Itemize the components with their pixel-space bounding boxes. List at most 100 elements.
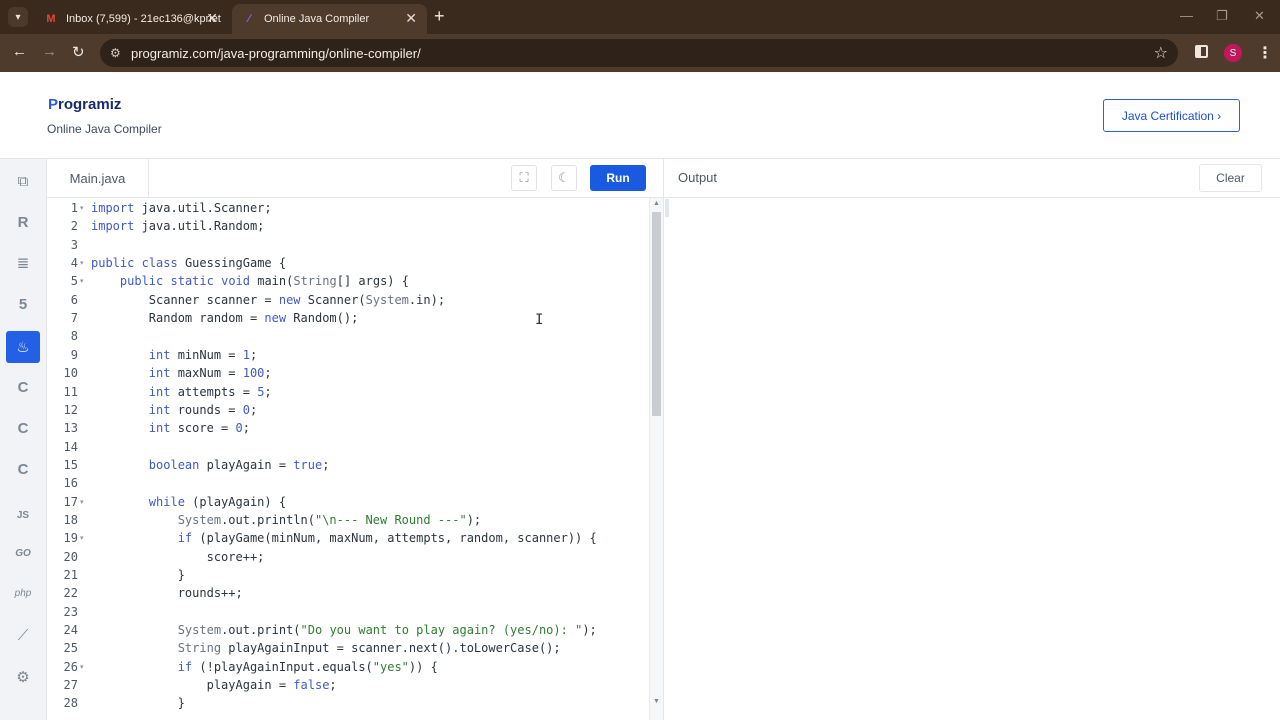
code-line[interactable]: rounds++; <box>91 586 243 600</box>
line-number: 13 <box>63 421 78 436</box>
line-number: 26 <box>63 659 78 674</box>
window-close-icon[interactable]: ✕ <box>1254 8 1265 24</box>
php-icon[interactable]: php <box>6 577 40 609</box>
line-number: 7 <box>70 311 78 326</box>
code-line[interactable]: import java.util.Random; <box>91 219 264 233</box>
address-bar[interactable]: ⚙ programiz.com/java-programming/online-… <box>100 39 1178 67</box>
code-line[interactable]: String playAgainInput = scanner.next().t… <box>91 641 561 655</box>
line-number: 6 <box>70 292 78 307</box>
code-line[interactable]: } <box>91 696 185 710</box>
run-button[interactable]: Run <box>590 165 646 191</box>
output-scrollbar <box>665 199 669 217</box>
fold-arrow-icon[interactable]: ▾ <box>80 498 84 506</box>
editor-header: Main.java ⛶ ☾ Run <box>47 159 663 198</box>
code-line[interactable]: } <box>91 568 185 582</box>
profile-avatar[interactable]: S <box>1224 44 1242 62</box>
html-icon[interactable]: 5 <box>6 288 40 320</box>
code-line[interactable]: int rounds = 0; <box>91 403 257 417</box>
minimize-icon[interactable]: — <box>1180 8 1193 23</box>
code-line[interactable]: int maxNum = 100; <box>91 366 272 380</box>
maximize-icon[interactable]: ❐ <box>1216 8 1228 24</box>
code-line[interactable]: if (!playAgainInput.equals("yes")) { <box>91 660 438 674</box>
output-header: Output Clear <box>664 159 1280 198</box>
file-tab-main-java[interactable]: Main.java <box>47 159 149 197</box>
bookmark-star-icon[interactable]: ☆ <box>1154 43 1168 63</box>
code-line[interactable]: if (playGame(minNum, maxNum, attempts, r… <box>91 531 597 545</box>
js-icon[interactable]: JS <box>6 499 40 531</box>
code-line[interactable]: public class GuessingGame { <box>91 256 286 270</box>
close-tab-icon[interactable]: ✕ <box>405 10 417 27</box>
reload-icon[interactable]: ↻ <box>72 43 85 61</box>
fold-arrow-icon[interactable]: ▾ <box>80 534 84 542</box>
fullscreen-icon[interactable]: ⛶ <box>511 165 537 191</box>
java-icon[interactable]: ♨ <box>6 331 40 363</box>
page-subtitle: Online Java Compiler <box>47 122 162 136</box>
scrollbar-thumb[interactable] <box>652 212 661 416</box>
fold-arrow-icon[interactable]: ▾ <box>80 259 84 267</box>
browser-menu-icon[interactable]: ⋮ <box>1257 43 1273 63</box>
output-console[interactable] <box>664 198 1280 720</box>
csharp-icon[interactable]: C <box>6 453 40 485</box>
line-number: 4 <box>70 256 78 271</box>
editor-scrollbar[interactable]: ▲ ▼ <box>649 198 663 720</box>
line-number: 3 <box>70 237 78 252</box>
dark-mode-icon[interactable]: ☾ <box>551 165 577 191</box>
code-line[interactable]: int attempts = 5; <box>91 385 272 399</box>
java-certification-button[interactable]: Java Certification › <box>1103 99 1240 132</box>
code-line[interactable]: score++; <box>91 550 265 564</box>
code-line[interactable]: Random random = new Random(); <box>91 311 359 325</box>
fold-arrow-icon[interactable]: ▾ <box>80 204 84 212</box>
go-icon[interactable]: GO <box>6 537 40 569</box>
line-number: 28 <box>63 696 78 711</box>
code-line[interactable]: while (playAgain) { <box>91 495 286 509</box>
code-line[interactable]: Scanner scanner = new Scanner(System.in)… <box>91 293 445 307</box>
swift-icon[interactable]: ⟋ <box>6 619 40 651</box>
programiz-logo[interactable]: Programiz <box>48 96 121 113</box>
code-line[interactable]: playAgain = false; <box>91 678 337 692</box>
line-number: 14 <box>63 439 78 454</box>
back-icon[interactable]: ← <box>12 43 27 60</box>
code-line[interactable]: int score = 0; <box>91 421 250 435</box>
site-info-icon[interactable]: ⚙ <box>110 46 121 60</box>
python-icon[interactable]: ⧉ <box>6 165 40 197</box>
code-line[interactable]: System.out.println("\n--- New Round ---"… <box>91 513 481 527</box>
browser-tab-bar: ▾ M Inbox (7,599) - 21ec136@kpriet ✕ ∕ O… <box>0 0 1280 34</box>
line-number: 11 <box>63 384 78 399</box>
side-panel-icon[interactable] <box>1195 45 1208 58</box>
language-sidebar: ⧉ R ≣ 5 ♨ C C C JS GO php ⟋ ⚙ <box>0 159 47 720</box>
forward-icon[interactable]: → <box>42 43 57 60</box>
scroll-down-icon[interactable]: ▼ <box>653 698 660 705</box>
code-line[interactable]: boolean playAgain = true; <box>91 458 330 472</box>
new-tab-button[interactable]: + <box>434 6 445 27</box>
code-line[interactable]: int minNum = 1; <box>91 348 257 362</box>
cpp-icon[interactable]: C <box>6 412 40 444</box>
line-number: 12 <box>63 402 78 417</box>
output-title: Output <box>678 170 718 185</box>
clear-button[interactable]: Clear <box>1199 164 1262 192</box>
code-line[interactable]: import java.util.Scanner; <box>91 201 272 215</box>
line-number: 10 <box>63 366 78 381</box>
tab-gmail[interactable]: M Inbox (7,599) - 21ec136@kpriet ✕ <box>34 4 228 34</box>
sql-icon[interactable]: ≣ <box>6 247 40 279</box>
c-icon[interactable]: C <box>6 371 40 403</box>
close-tab-icon[interactable]: ✕ <box>206 10 218 27</box>
line-number: 1 <box>70 201 78 215</box>
fold-arrow-icon[interactable]: ▾ <box>80 277 84 285</box>
line-number: 5 <box>70 274 78 289</box>
fold-arrow-icon[interactable]: ▾ <box>80 663 84 671</box>
tab-search-button[interactable]: ▾ <box>8 7 28 27</box>
tab-title: Online Java Compiler <box>264 13 370 25</box>
code-line[interactable]: System.out.print("Do you want to play ag… <box>91 623 597 637</box>
tab-online-java-compiler[interactable]: ∕ Online Java Compiler ✕ <box>232 4 427 34</box>
line-number: 19 <box>63 531 78 546</box>
line-number: 9 <box>70 347 78 362</box>
scroll-up-icon[interactable]: ▲ <box>653 200 660 207</box>
tab-title: Inbox (7,599) - 21ec136@kpriet <box>66 13 221 25</box>
line-number: 16 <box>63 476 78 491</box>
code-editor[interactable]: 1 ▾ 2 3 4 ▾ 5 ▾ 6 7 8 9 10 11 12 13 14 15 16 17 ▾ 18 19 ▾ 20 21 22… <box>47 198 649 720</box>
r-icon[interactable]: R <box>6 206 40 238</box>
rust-icon[interactable]: ⚙ <box>6 661 40 693</box>
line-number: 2 <box>70 219 78 234</box>
code-line[interactable]: public static void main(String[] args) { <box>91 274 409 288</box>
url-text: programiz.com/java-programming/online-co… <box>131 45 421 61</box>
